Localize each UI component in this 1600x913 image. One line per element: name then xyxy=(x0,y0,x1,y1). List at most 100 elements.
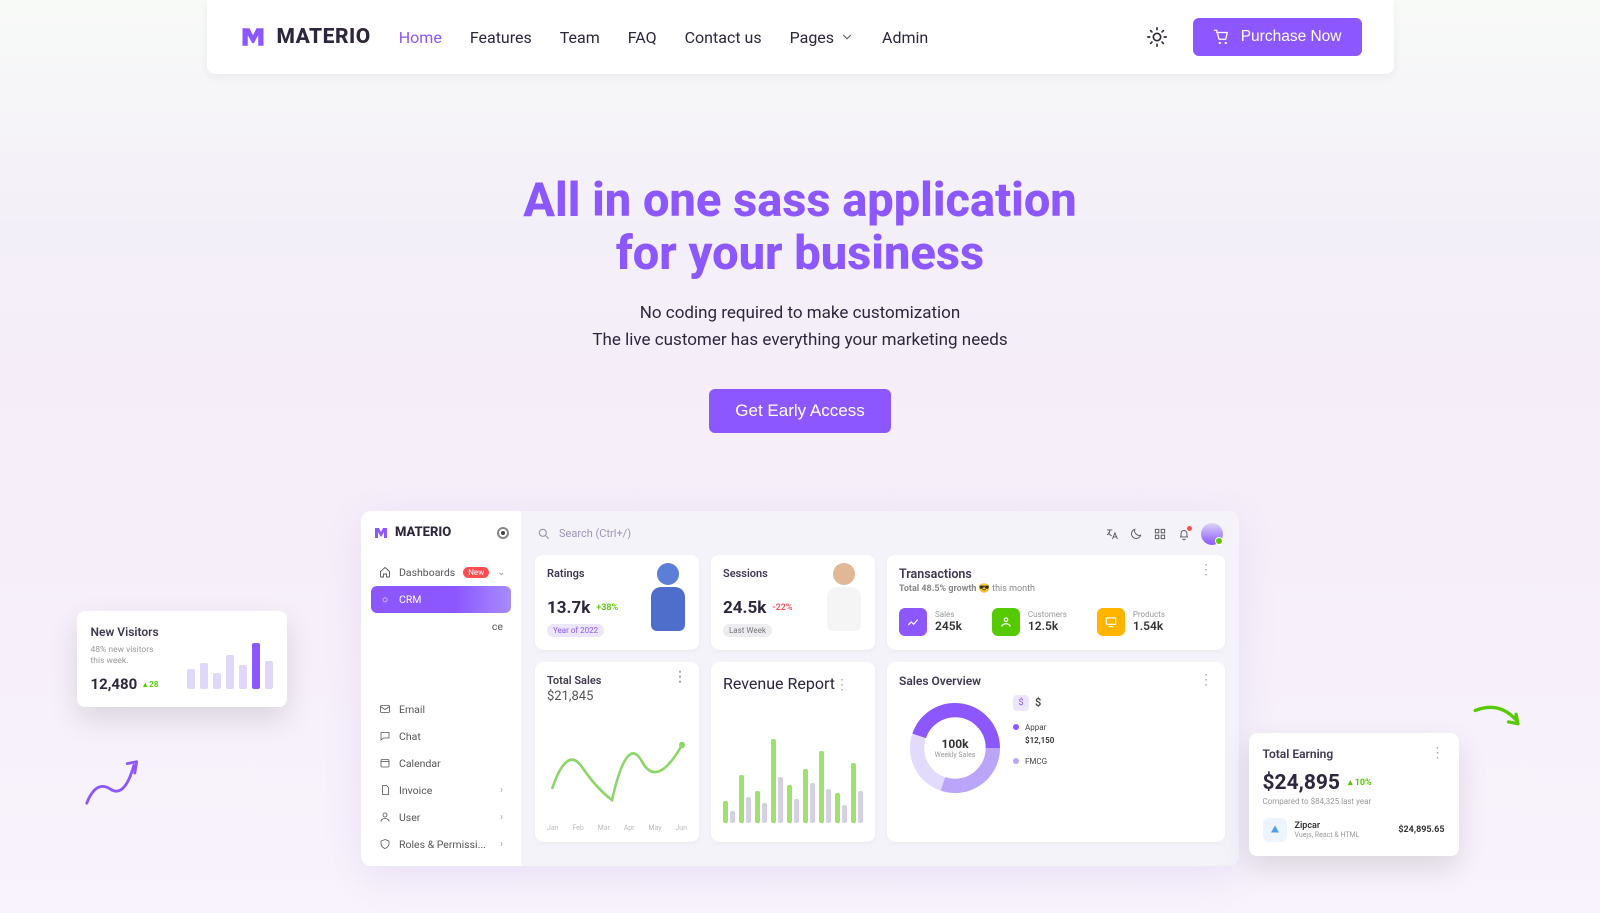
card-sessions: Sessions 24.5k-22% Last Week xyxy=(711,555,875,650)
nav-pages-label: Pages xyxy=(790,28,834,47)
collapse-toggle-icon[interactable] xyxy=(497,527,509,539)
logo-mark-icon xyxy=(239,23,267,51)
nav-features[interactable]: Features xyxy=(470,28,532,47)
totalsales-chart xyxy=(547,712,687,822)
user-icon xyxy=(992,608,1020,636)
chevron-down-icon: ⌄ xyxy=(497,567,505,578)
nav-contact[interactable]: Contact us xyxy=(685,28,762,47)
donut-value: 100k xyxy=(935,737,976,751)
arrow-doodle-icon xyxy=(1469,701,1529,739)
nav-home[interactable]: Home xyxy=(399,28,442,47)
sidebar-user[interactable]: User › xyxy=(371,804,511,831)
transactions-sub3: this month xyxy=(992,584,1035,594)
sidebar-roles-label: Roles & Permissi... xyxy=(399,838,486,851)
float-new-visitors: New Visitors 48% new visitorsthis week. … xyxy=(77,611,287,707)
dot-icon: ○ xyxy=(379,593,391,605)
so-item-value: $12,150 xyxy=(1025,736,1054,745)
file-icon xyxy=(379,784,391,796)
sessions-tag: Last Week xyxy=(723,624,772,637)
ratings-change: +38% xyxy=(596,603,618,613)
menu-dots-icon[interactable]: ⋮ xyxy=(1199,567,1213,574)
theme-toggle[interactable] xyxy=(1139,19,1175,55)
user-icon xyxy=(379,811,391,823)
earning-item-value: $24,895.65 xyxy=(1398,825,1444,835)
earning-value: $24,895 xyxy=(1263,771,1340,795)
brand-text: MATERIO xyxy=(277,25,371,49)
chat-icon xyxy=(379,730,391,742)
sidebar-calendar[interactable]: Calendar xyxy=(371,750,511,777)
visitors-up: ▴ 28 xyxy=(143,680,158,689)
purchase-button[interactable]: Purchase Now xyxy=(1193,18,1362,56)
preview-logo[interactable]: MATERIO xyxy=(373,525,451,541)
brand-icon xyxy=(1263,818,1287,842)
visitors-bars xyxy=(187,641,273,689)
avatar-illustration xyxy=(819,563,869,645)
logo-mark-icon xyxy=(373,525,389,541)
menu-dots-icon[interactable]: ⋮ xyxy=(673,674,687,687)
bell-icon[interactable] xyxy=(1177,527,1191,541)
float-total-earning: Total Earning ⋮ $24,895 ▴ 10% Compared to … xyxy=(1249,733,1459,856)
sidebar-dashboards[interactable]: Dashboards New ⌄ xyxy=(371,559,511,586)
ratings-tag: Year of 2022 xyxy=(547,624,604,637)
card-total-sales: Total Sales⋮ $21,845 JanFebMarAprMayJun xyxy=(535,662,699,842)
sidebar-invoice[interactable]: Invoice › xyxy=(371,777,511,804)
hero-sub-1: No coding required to make customization xyxy=(207,300,1394,326)
dashboard-preview: MATERIO Dashboards New ⌄ ○ C xyxy=(207,511,1394,866)
sessions-value: 24.5k xyxy=(723,598,766,618)
so-extra: $ xyxy=(1035,696,1041,709)
earning-up: ▴ 10% xyxy=(1348,778,1372,788)
avatar-illustration xyxy=(643,563,693,645)
chevron-right-icon: › xyxy=(500,812,503,823)
sidebar-ecommerce[interactable]: ce xyxy=(371,613,511,640)
navbar: MATERIO Home Features Team FAQ Contact u… xyxy=(207,0,1394,74)
chevron-right-icon: › xyxy=(500,785,503,796)
cta-button[interactable]: Get Early Access xyxy=(709,389,890,433)
search-icon xyxy=(537,527,551,541)
nav-pages[interactable]: Pages xyxy=(790,28,854,47)
nav-team[interactable]: Team xyxy=(560,28,600,47)
menu-dots-icon[interactable]: ⋮ xyxy=(1199,677,1213,684)
earning-item-sub: Vuejs, React & HTML xyxy=(1295,831,1360,839)
sidebar-email-label: Email xyxy=(399,703,425,716)
grid-icon[interactable] xyxy=(1153,527,1167,541)
card-transactions: Transactions Total 48.5% growth 😎 this m… xyxy=(887,555,1225,650)
avatar[interactable] xyxy=(1201,523,1223,545)
menu-dots-icon[interactable]: ⋮ xyxy=(835,677,849,693)
search-placeholder: Search (Ctrl+/) xyxy=(559,527,631,540)
totalsales-title: Total Sales xyxy=(547,674,601,687)
search-input[interactable]: Search (Ctrl+/) xyxy=(537,527,631,541)
moon-icon[interactable] xyxy=(1129,527,1143,541)
earning-sub: Compared to $84,325 last year xyxy=(1263,797,1445,806)
brand-logo[interactable]: MATERIO xyxy=(239,23,371,51)
trend-icon xyxy=(899,608,927,636)
dollar-icon: $ xyxy=(1013,695,1029,711)
sessions-change: -22% xyxy=(772,603,792,613)
hero: All in one sass application for your bus… xyxy=(207,174,1394,433)
sidebar-email[interactable]: Email xyxy=(371,696,511,723)
hero-sub-2: The live customer has everything your ma… xyxy=(207,327,1394,353)
earning-title: Total Earning xyxy=(1263,747,1334,761)
earning-item-name: Zipcar xyxy=(1295,821,1360,831)
visitors-title: New Visitors xyxy=(91,625,273,639)
stat-sales-label: Sales xyxy=(935,610,962,619)
chevron-right-icon: › xyxy=(500,839,503,850)
sun-icon xyxy=(1146,26,1168,48)
mail-icon xyxy=(379,703,391,715)
sidebar-crm[interactable]: ○ CRM xyxy=(371,586,511,613)
sidebar-roles[interactable]: Roles & Permissi... › xyxy=(371,831,511,858)
donut-chart: 100kWeekly Sales xyxy=(905,698,1005,798)
stat-customers-label: Customers xyxy=(1028,610,1067,619)
revenue-chart xyxy=(723,703,863,823)
nav-faq[interactable]: FAQ xyxy=(628,28,657,47)
so-item-label: Appar xyxy=(1025,723,1046,732)
hero-subtitle: No coding required to make customization… xyxy=(207,300,1394,353)
sidebar-dashboards-label: Dashboards xyxy=(399,566,455,579)
sidebar-chat[interactable]: Chat xyxy=(371,723,511,750)
language-icon[interactable] xyxy=(1105,527,1119,541)
home-icon xyxy=(379,566,391,578)
nav-admin[interactable]: Admin xyxy=(882,28,928,47)
stat-products-label: Products xyxy=(1133,610,1165,619)
visitors-value: 12,480 xyxy=(91,675,138,693)
sidebar-user-label: User xyxy=(399,811,420,824)
menu-dots-icon[interactable]: ⋮ xyxy=(1431,750,1445,757)
